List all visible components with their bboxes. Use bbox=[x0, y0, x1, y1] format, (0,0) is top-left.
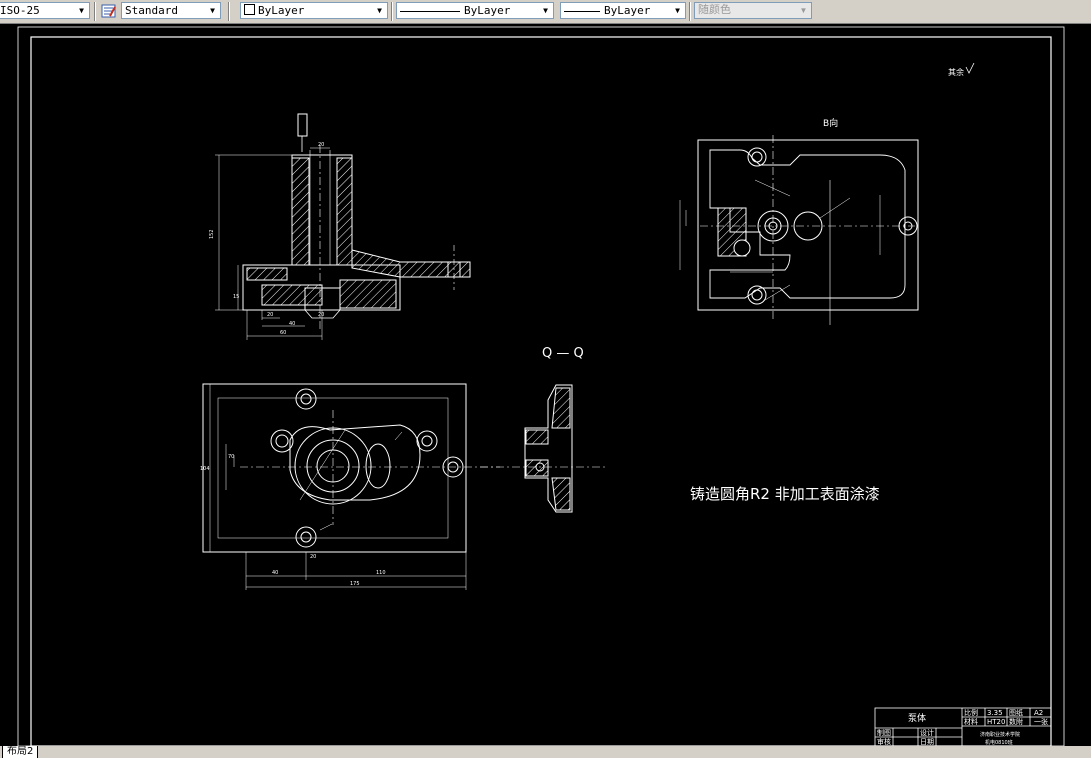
sheet-label: 图纸 bbox=[1009, 708, 1023, 717]
reviewed-label: 审核 bbox=[877, 737, 891, 746]
dimstyle-dropdown[interactable]: ISO-25 ▼ bbox=[0, 2, 90, 19]
toolbar-separator bbox=[391, 2, 393, 21]
date-label: 日期 bbox=[920, 738, 934, 746]
chevron-down-icon[interactable]: ▼ bbox=[540, 3, 551, 18]
layout-tab-strip: 布局2 bbox=[0, 746, 1091, 758]
section-q-view bbox=[480, 384, 605, 513]
chevron-down-icon[interactable]: ▼ bbox=[672, 3, 683, 18]
lineweight-value: ByLayer bbox=[604, 4, 651, 17]
title-block bbox=[874, 707, 1052, 746]
sheet-value: A2 bbox=[1034, 709, 1043, 717]
material-label: 材料 bbox=[964, 717, 978, 726]
class-text: 机电0810班 bbox=[985, 739, 1013, 746]
layer-value: ByLayer bbox=[258, 4, 305, 17]
plan-view: 40 110 175 104 70 20 bbox=[200, 383, 500, 590]
dim-label: 110 bbox=[376, 570, 386, 576]
material-value: HT20 bbox=[987, 718, 1005, 726]
front-section-view: 152 15 20 40 60 20 20 bbox=[209, 113, 471, 340]
dim-label: 60 bbox=[280, 330, 286, 336]
chevron-down-icon[interactable]: ▼ bbox=[374, 3, 385, 18]
design-label: 设计 bbox=[920, 728, 934, 737]
textstyle-value: Standard bbox=[125, 4, 178, 17]
view-b bbox=[679, 135, 919, 325]
lineweight-dropdown[interactable]: ByLayer ▼ bbox=[560, 2, 686, 19]
chevron-down-icon[interactable]: ▼ bbox=[76, 3, 87, 18]
color-value: 随颜色 bbox=[698, 4, 731, 16]
text-style-icon[interactable] bbox=[101, 3, 117, 19]
layer-color-swatch bbox=[244, 4, 255, 15]
toolbar-separator bbox=[228, 2, 230, 21]
color-dropdown[interactable]: 随颜色 ▼ bbox=[694, 2, 812, 19]
scale-value: 3.35 bbox=[987, 709, 1003, 717]
dim-label: 70 bbox=[228, 454, 234, 460]
textstyle-dropdown[interactable]: Standard ▼ bbox=[121, 2, 221, 19]
lineweight-preview bbox=[564, 10, 600, 12]
dim-label: 20 bbox=[318, 312, 324, 318]
roughness-note: 其余 bbox=[948, 62, 975, 77]
title-block-text: 泵体 比例 3.35 图纸 A2 材料 HT20 数附 一张 制图 审核 设计 … bbox=[877, 708, 1048, 746]
technical-note: 铸造圆角R2 非加工表面涂漆 bbox=[690, 485, 880, 503]
view-b-label: B向 bbox=[823, 117, 838, 129]
dim-label: 152 bbox=[209, 229, 215, 239]
dim-label: 15 bbox=[233, 294, 239, 300]
roughness-note-text: 其余 bbox=[948, 67, 964, 77]
count-value: 一张 bbox=[1034, 717, 1048, 726]
dim-label: 104 bbox=[200, 466, 210, 472]
drawn-label: 制图 bbox=[877, 728, 891, 737]
section-label: Q — Q bbox=[542, 346, 584, 361]
dimstyle-value: ISO-25 bbox=[0, 4, 40, 17]
layer-dropdown[interactable]: ByLayer ▼ bbox=[240, 2, 388, 19]
part-name: 泵体 bbox=[908, 712, 926, 724]
dim-label: 20 bbox=[267, 312, 273, 318]
count-label: 数附 bbox=[1009, 717, 1023, 726]
chevron-down-icon[interactable]: ▼ bbox=[207, 3, 218, 18]
drawing-canvas[interactable]: 其余 152 15 20 40 60 20 20 B向 Q — Q 40 110… bbox=[0, 24, 1091, 746]
drawing-sheet: 其余 152 15 20 40 60 20 20 B向 Q — Q 40 110… bbox=[17, 26, 1065, 746]
dim-label: 40 bbox=[272, 570, 278, 576]
dim-label: 40 bbox=[289, 321, 295, 327]
dim-label: 20 bbox=[310, 554, 316, 560]
sheet-border bbox=[17, 26, 1065, 746]
toolbar-separator bbox=[689, 2, 691, 21]
linetype-dropdown[interactable]: ByLayer ▼ bbox=[396, 2, 554, 19]
dim-label: 20 bbox=[318, 142, 324, 148]
linetype-value: ByLayer bbox=[464, 4, 511, 17]
tab-layout2[interactable]: 布局2 bbox=[2, 746, 39, 758]
dim-label: 175 bbox=[350, 581, 360, 587]
toolbar-separator bbox=[94, 2, 96, 21]
scale-label: 比例 bbox=[964, 708, 978, 717]
linetype-preview bbox=[400, 10, 460, 12]
school-text: 济南职业技术学院 bbox=[980, 731, 1020, 738]
properties-toolbar: ISO-25 ▼ Standard ▼ ByLayer ▼ ByLayer ▼ … bbox=[0, 0, 1091, 24]
chevron-down-icon[interactable]: ▼ bbox=[798, 3, 809, 18]
